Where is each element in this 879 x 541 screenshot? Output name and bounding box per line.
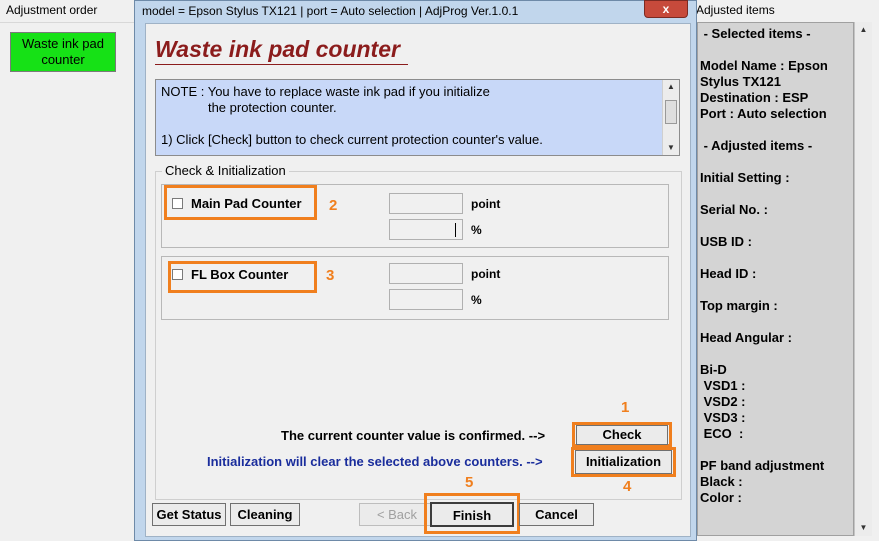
fl-box-checkbox[interactable]: [172, 269, 183, 280]
step-1-marker: 1: [621, 399, 630, 416]
main-pad-point-field[interactable]: [389, 193, 463, 214]
scroll-down-arrow-icon[interactable]: ▼: [855, 520, 872, 536]
main-pad-percent-unit: %: [471, 223, 482, 237]
adjusted-items-title: Adjusted items: [696, 3, 775, 17]
step-3-marker: 3: [326, 267, 335, 284]
scroll-thumb[interactable]: [665, 100, 677, 124]
adjusted-items-scrollbar[interactable]: ▲ ▼: [854, 22, 872, 536]
page-title: Waste ink pad counter: [155, 36, 400, 62]
note-box: NOTE : You have to replace waste ink pad…: [155, 79, 680, 156]
main-pad-percent-field[interactable]: [389, 219, 463, 240]
step-5-marker: 5: [465, 474, 474, 491]
title-underline: [155, 64, 408, 65]
waste-ink-dialog: model = Epson Stylus TX121 | port = Auto…: [134, 0, 697, 541]
note-text: NOTE : You have to replace waste ink pad…: [161, 84, 543, 147]
adjustment-order-title: Adjustment order: [6, 3, 98, 17]
main-pad-checkbox-row[interactable]: Main Pad Counter: [172, 196, 302, 211]
scroll-up-arrow-icon[interactable]: ▲: [663, 80, 679, 94]
fl-box-point-field[interactable]: [389, 263, 463, 284]
adjusted-items-panel: Adjusted items - Selected items - Model …: [694, 0, 879, 541]
note-scrollbar[interactable]: ▲ ▼: [662, 80, 679, 155]
step-4-marker: 4: [623, 478, 632, 495]
dialog-title: model = Epson Stylus TX121 | port = Auto…: [142, 4, 519, 18]
step-2-marker: 2: [329, 197, 338, 214]
text-caret: [455, 223, 456, 237]
fl-box-label: FL Box Counter: [191, 267, 289, 282]
fl-box-percent-field[interactable]: [389, 289, 463, 310]
fl-box-checkbox-row[interactable]: FL Box Counter: [172, 267, 288, 282]
fl-box-percent-unit: %: [471, 293, 482, 307]
waste-ink-pad-counter-button[interactable]: Waste ink pad counter: [10, 32, 116, 72]
group-label: Check & Initialization: [162, 163, 289, 178]
main-pad-checkbox[interactable]: [172, 198, 183, 209]
fl-box-point-unit: point: [471, 267, 501, 281]
adjusted-items-list: - Selected items - Model Name : Epson St…: [700, 26, 828, 505]
divider: [0, 22, 137, 23]
get-status-button[interactable]: Get Status: [152, 503, 226, 526]
initialization-message: Initialization will clear the selected a…: [207, 454, 543, 469]
main-pad-point-unit: point: [471, 197, 501, 211]
check-button[interactable]: Check: [576, 425, 668, 445]
main-pad-label: Main Pad Counter: [191, 196, 302, 211]
finish-button[interactable]: Finish: [430, 502, 514, 527]
adjustment-order-panel: Adjustment order Waste ink pad counter: [0, 0, 138, 541]
cancel-button[interactable]: Cancel: [519, 503, 594, 526]
scroll-up-arrow-icon[interactable]: ▲: [855, 22, 872, 38]
check-message: The current counter value is confirmed. …: [281, 428, 546, 443]
initialization-button[interactable]: Initialization: [575, 450, 672, 474]
scroll-down-arrow-icon[interactable]: ▼: [663, 141, 679, 155]
close-button[interactable]: x: [644, 0, 688, 18]
cleaning-button[interactable]: Cleaning: [230, 503, 300, 526]
